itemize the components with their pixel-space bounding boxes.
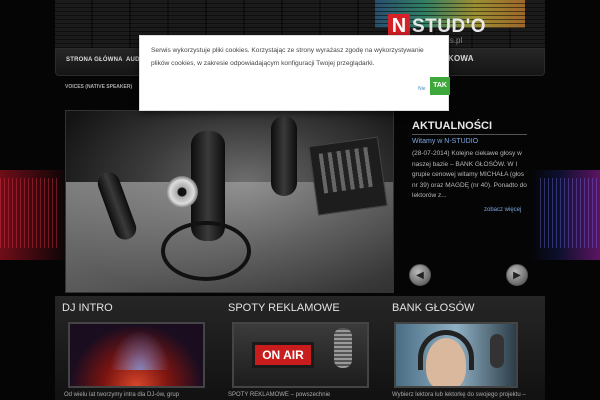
microphone-graphic (490, 334, 504, 368)
spoty-text: SPOTY REKLAMOWE – powszechnie (228, 392, 331, 398)
nav-item-home[interactable]: STRONA GŁÓWNA (66, 57, 123, 63)
arrow-left-icon: ◀ (416, 270, 424, 281)
cookie-decline-link[interactable]: Nie (418, 86, 426, 92)
on-air-sign: ON AIR (252, 342, 314, 368)
logo-sub: ls.pl (448, 36, 463, 45)
spoty-image[interactable]: ON AIR (232, 322, 369, 388)
news-headline-link[interactable]: Witamy w N-STUDIO (412, 138, 478, 145)
cd-graphic (166, 176, 198, 208)
mixer-graphic (308, 136, 388, 216)
hero-image (65, 110, 394, 293)
equalizer-lines-left (0, 178, 60, 248)
cookie-dialog: Serwis wykorzystuje pliki cookies. Korzy… (139, 35, 450, 111)
mic-stand-graphic (161, 221, 251, 281)
news-title: AKTUALNOŚCI (412, 120, 493, 132)
dj-intro-image[interactable] (68, 322, 205, 388)
microphone-graphic (271, 116, 297, 196)
spoty-title[interactable]: SPOTY REKLAMOWE (228, 302, 340, 314)
news-body: (28-07-2014) Kolejne ciekawe głosy w nas… (412, 150, 527, 199)
cookie-message: Serwis wykorzystuje pliki cookies. Korzy… (151, 47, 424, 67)
arrow-right-icon: ▶ (513, 270, 521, 281)
equalizer-lines-right (540, 178, 600, 248)
bank-glosow-text: Wybierz lektora lub lektorkę do swojego … (392, 392, 526, 398)
news-more-link[interactable]: zobacz więcej (484, 207, 521, 213)
nav-item-right[interactable]: KOWA (448, 54, 474, 63)
microphone-graphic (334, 328, 352, 368)
breadcrumb: VOICES (NATIVE SPEAKER) (65, 84, 133, 90)
bank-glosow-title[interactable]: BANK GŁOSÓW (392, 302, 475, 314)
slider-next-button[interactable]: ▶ (506, 264, 528, 286)
bank-glosow-image[interactable] (394, 322, 518, 388)
cookie-accept-button[interactable]: TAK (430, 77, 450, 95)
slider-prev-button[interactable]: ◀ (409, 264, 431, 286)
dj-intro-title[interactable]: DJ INTRO (62, 302, 113, 314)
news-divider (412, 134, 527, 135)
dj-intro-text: Od wielu lat tworzymy intra dla DJ-ów, g… (64, 392, 180, 398)
headphones-graphic (418, 330, 474, 370)
